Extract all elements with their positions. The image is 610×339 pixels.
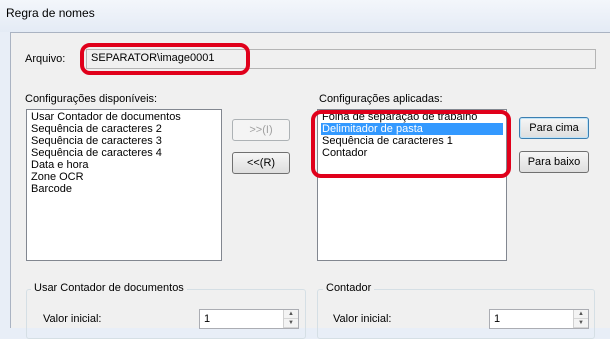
arquivo-field: SEPARATOR\image0001 [86, 49, 596, 69]
down-button[interactable]: Para baixo [519, 151, 589, 173]
title-bar: Regra de nomes [0, 0, 610, 32]
applied-item-selected[interactable]: Delimitador de pasta [321, 123, 503, 135]
arquivo-label: Arquivo: [25, 53, 66, 65]
left-start-value-label: Valor inicial: [43, 313, 102, 325]
applied-list[interactable]: Folha de separação de trabalho Delimitad… [317, 109, 507, 261]
available-item[interactable]: Data e hora [30, 159, 218, 171]
applied-item[interactable]: Sequência de caracteres 1 [321, 135, 503, 147]
right-start-value[interactable]: 1 [494, 313, 500, 325]
applied-item[interactable]: Folha de separação de trabalho [321, 111, 503, 123]
spin-up-icon[interactable]: ▲ [574, 310, 588, 319]
right-start-value-stepper[interactable]: 1 ▲ ▼ [489, 309, 589, 329]
spin-up-icon[interactable]: ▲ [284, 310, 298, 319]
left-start-value-stepper[interactable]: 1 ▲ ▼ [199, 309, 299, 329]
applied-item[interactable]: Contador [321, 147, 503, 159]
spin-arrows[interactable]: ▲ ▼ [283, 310, 298, 328]
group-counter-title: Contador [323, 282, 375, 294]
left-start-value[interactable]: 1 [204, 313, 210, 325]
available-label: Configurações disponíveis: [25, 93, 158, 105]
spin-arrows[interactable]: ▲ ▼ [573, 310, 588, 328]
available-item[interactable]: Sequência de caracteres 4 [30, 147, 218, 159]
available-item[interactable]: Sequência de caracteres 3 [30, 135, 218, 147]
available-item[interactable]: Sequência de caracteres 2 [30, 123, 218, 135]
arquivo-value: SEPARATOR\image0001 [91, 52, 215, 64]
available-item[interactable]: Usar Contador de documentos [30, 111, 218, 123]
available-item[interactable]: Barcode [30, 183, 218, 195]
dialog-body: Arquivo: SEPARATOR\image0001 Configuraçõ… [10, 32, 610, 339]
window-title: Regra de nomes [6, 6, 95, 20]
remove-button[interactable]: <<(R) [232, 152, 290, 174]
spin-down-icon[interactable]: ▼ [284, 319, 298, 328]
applied-label: Configurações aplicadas: [319, 93, 443, 105]
available-item[interactable]: Zone OCR [30, 171, 218, 183]
add-button[interactable]: >>(I) [232, 119, 290, 141]
up-button[interactable]: Para cima [519, 117, 589, 139]
right-start-value-label: Valor inicial: [333, 313, 392, 325]
group-document-counter-title: Usar Contador de documentos [31, 282, 187, 294]
spin-down-icon[interactable]: ▼ [574, 319, 588, 328]
available-list[interactable]: Usar Contador de documentos Sequência de… [26, 109, 222, 261]
